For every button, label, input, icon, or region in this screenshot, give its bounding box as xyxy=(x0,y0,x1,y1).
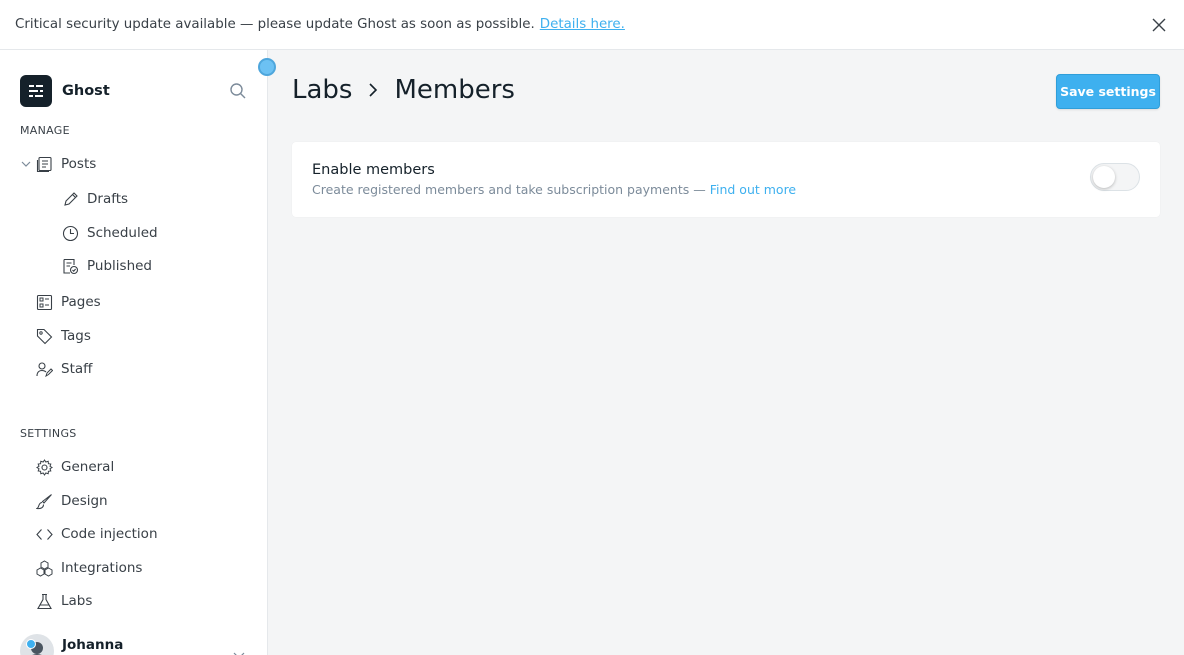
brand[interactable]: Ghost xyxy=(20,75,110,107)
sidebar-item-label: Integrations xyxy=(61,560,143,576)
banner-message: Critical security update available — ple… xyxy=(15,17,535,32)
close-icon[interactable] xyxy=(1150,16,1168,34)
sidebar-item-label: Staff xyxy=(61,361,93,377)
gear-icon xyxy=(36,458,53,476)
sidebar-item-drafts[interactable]: Drafts xyxy=(62,187,128,211)
enable-members-toggle[interactable] xyxy=(1090,163,1140,191)
security-banner: Critical security update available — ple… xyxy=(0,0,1184,50)
toggle-knob xyxy=(1093,166,1115,188)
setting-description-text: Create registered members and take subsc… xyxy=(312,182,706,197)
sidebar-item-integrations[interactable]: Integrations xyxy=(36,556,142,580)
search-icon[interactable] xyxy=(229,82,247,100)
staff-icon xyxy=(36,361,53,377)
sidebar-item-published[interactable]: Published xyxy=(62,254,152,278)
save-settings-button[interactable]: Save settings xyxy=(1056,74,1160,109)
flask-icon xyxy=(37,593,52,609)
published-icon xyxy=(63,258,79,274)
sidebar-item-staff[interactable]: Staff xyxy=(36,357,92,381)
code-icon xyxy=(36,528,53,540)
sidebar: Ghost MANAGE Posts Drafts Scheduled Publ… xyxy=(0,50,268,655)
settings-section-label: SETTINGS xyxy=(20,427,77,440)
sidebar-item-label: General xyxy=(61,459,115,475)
find-out-more-link[interactable]: Find out more xyxy=(710,182,796,197)
chevron-right-icon xyxy=(369,83,378,97)
chevron-down-icon[interactable] xyxy=(20,158,32,170)
chevron-down-icon[interactable] xyxy=(232,650,246,655)
sidebar-item-label: Labs xyxy=(61,593,93,609)
setting-description: Create registered members and take subsc… xyxy=(312,182,796,197)
sidebar-item-label: Tags xyxy=(61,328,91,344)
sidebar-item-label: Pages xyxy=(61,294,101,310)
notification-dot xyxy=(26,639,36,649)
clock-icon xyxy=(62,225,79,241)
sidebar-item-label: Drafts xyxy=(87,191,129,207)
brand-name: Ghost xyxy=(62,83,110,99)
posts-icon xyxy=(36,156,52,172)
sidebar-item-design[interactable]: Design xyxy=(36,489,108,513)
ghost-logo-icon xyxy=(20,75,52,107)
breadcrumb: Labs Members xyxy=(292,75,515,105)
manage-section-label: MANAGE xyxy=(20,124,70,137)
page-title: Members xyxy=(394,75,515,105)
main-content: Labs Members Save settings Enable member… xyxy=(268,50,1184,655)
banner-details-link[interactable]: Details here. xyxy=(540,17,625,32)
user-name: Johanna xyxy=(62,637,124,653)
sidebar-item-general[interactable]: General xyxy=(36,455,114,479)
sidebar-item-labs[interactable]: Labs xyxy=(36,589,92,613)
integrations-icon xyxy=(36,559,53,577)
update-notification-dot[interactable] xyxy=(258,58,276,76)
sidebar-item-posts[interactable]: Posts xyxy=(36,152,96,176)
sidebar-item-pages[interactable]: Pages xyxy=(36,290,101,314)
sidebar-item-label: Design xyxy=(61,493,108,509)
sidebar-item-code-injection[interactable]: Code injection xyxy=(36,522,158,546)
sidebar-item-scheduled[interactable]: Scheduled xyxy=(62,221,158,245)
pages-icon xyxy=(36,294,53,310)
sidebar-item-label: Code injection xyxy=(61,526,158,542)
pencil-icon xyxy=(64,191,78,206)
sidebar-item-tags[interactable]: Tags xyxy=(36,324,91,348)
members-setting-card: Enable members Create registered members… xyxy=(292,142,1160,217)
sidebar-item-label: Posts xyxy=(61,156,97,172)
setting-title: Enable members xyxy=(312,162,435,178)
brush-icon xyxy=(36,493,52,509)
tag-icon xyxy=(36,328,53,344)
sidebar-item-label: Published xyxy=(87,258,152,274)
sidebar-item-label: Scheduled xyxy=(87,225,158,241)
breadcrumb-labs[interactable]: Labs xyxy=(292,75,352,105)
